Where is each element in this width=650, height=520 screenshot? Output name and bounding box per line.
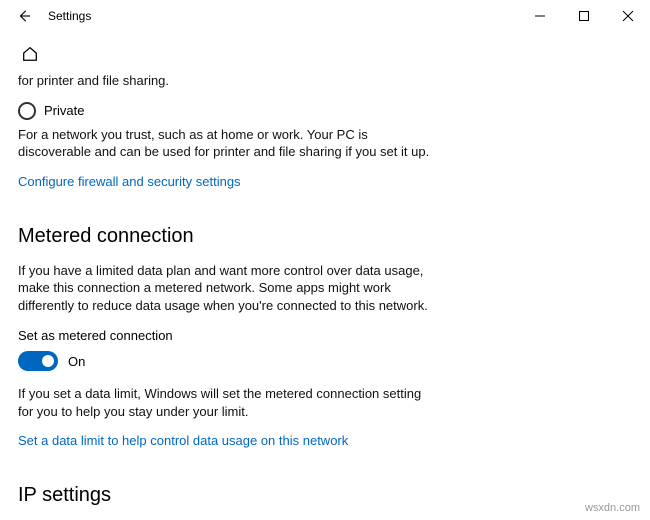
metered-note: If you set a data limit, Windows will se… (18, 385, 438, 420)
maximize-icon (579, 11, 589, 21)
watermark: wsxdn.com (585, 502, 640, 514)
back-button[interactable] (8, 0, 40, 32)
metered-toggle-state: On (68, 354, 85, 369)
metered-toggle-row: On (18, 351, 632, 371)
minimize-icon (535, 11, 545, 21)
network-profile-description-fragment: for printer and file sharing. (18, 72, 438, 90)
minimize-button[interactable] (518, 0, 562, 32)
data-limit-link[interactable]: Set a data limit to help control data us… (18, 433, 348, 448)
metered-toggle[interactable] (18, 351, 58, 371)
metered-toggle-label: Set as metered connection (18, 328, 632, 343)
network-profile-private-radio[interactable]: Private (18, 102, 632, 120)
home-icon (21, 45, 39, 63)
close-button[interactable] (606, 0, 650, 32)
firewall-settings-link[interactable]: Configure firewall and security settings (18, 174, 241, 189)
close-icon (623, 11, 633, 21)
window-controls (518, 0, 650, 32)
home-button[interactable] (18, 42, 42, 66)
ip-settings-heading: IP settings (18, 484, 632, 507)
metered-connection-heading: Metered connection (18, 225, 632, 248)
titlebar: Settings (0, 0, 650, 32)
window-title: Settings (48, 9, 91, 23)
metered-description: If you have a limited data plan and want… (18, 262, 438, 315)
toggle-knob-icon (42, 355, 54, 367)
private-description: For a network you trust, such as at home… (18, 126, 438, 161)
radio-icon (18, 102, 36, 120)
settings-content: for printer and file sharing. Private Fo… (0, 32, 650, 507)
radio-label: Private (44, 103, 84, 118)
arrow-left-icon (17, 9, 31, 23)
maximize-button[interactable] (562, 0, 606, 32)
